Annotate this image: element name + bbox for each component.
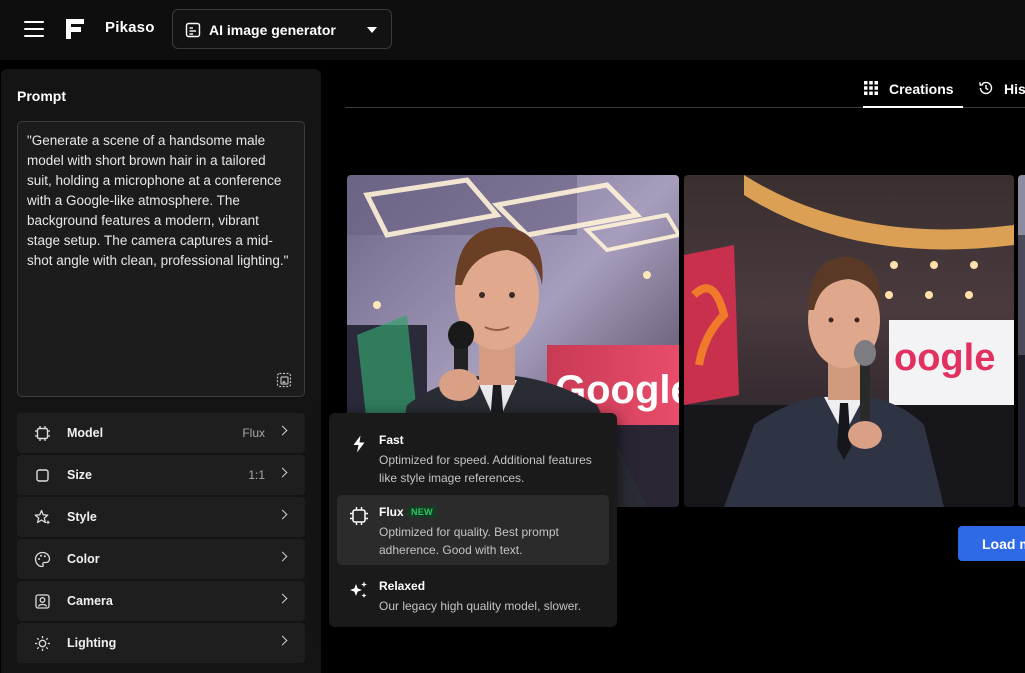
lighting-option-label: Lighting bbox=[67, 636, 117, 650]
model-option-flux-name: Flux bbox=[379, 505, 404, 519]
tab-history-label: Hist bbox=[1004, 81, 1025, 97]
sign-text-2: oogle bbox=[894, 337, 995, 379]
style-option[interactable]: Style bbox=[17, 497, 305, 537]
model-option-relaxed[interactable]: Relaxed Our legacy high quality model, s… bbox=[337, 569, 609, 619]
sparkle-star-icon bbox=[34, 509, 51, 525]
sun-icon bbox=[35, 636, 50, 651]
lightning-icon bbox=[353, 435, 365, 453]
camera-option-label: Camera bbox=[67, 594, 113, 608]
generated-image-3[interactable] bbox=[1018, 175, 1025, 507]
model-option-fast-name: Fast bbox=[379, 433, 404, 447]
chip-icon bbox=[350, 507, 368, 525]
size-option[interactable]: Size 1:1 bbox=[17, 455, 305, 495]
camera-option[interactable]: Camera bbox=[17, 581, 305, 621]
tab-history[interactable]: Hist bbox=[978, 78, 1025, 108]
generated-image-3-artwork bbox=[1018, 175, 1025, 507]
color-option-label: Color bbox=[67, 552, 100, 566]
model-option[interactable]: Model Flux bbox=[17, 413, 305, 453]
top-bar: Pikaso AI image generator bbox=[0, 0, 1025, 60]
brand-name[interactable]: Pikaso bbox=[105, 19, 155, 36]
chip-icon bbox=[35, 426, 50, 441]
lighting-option[interactable]: Lighting bbox=[17, 623, 305, 663]
square-icon bbox=[36, 469, 49, 482]
grid-icon bbox=[864, 81, 878, 95]
style-option-label: Style bbox=[67, 510, 97, 524]
prompt-textarea[interactable]: "Generate a scene of a handsome male mod… bbox=[17, 121, 305, 397]
settings-panel: Prompt "Generate a scene of a handsome m… bbox=[1, 69, 321, 673]
chevron-right-icon bbox=[277, 551, 288, 562]
tab-creations[interactable]: Creations bbox=[863, 78, 963, 108]
model-option-flux[interactable]: Flux NEW Optimized for quality. Best pro… bbox=[337, 495, 609, 565]
tool-selector-label: AI image generator bbox=[209, 22, 336, 38]
generated-image-2[interactable]: oogle bbox=[684, 175, 1014, 507]
prompt-text[interactable]: "Generate a scene of a handsome male mod… bbox=[27, 131, 289, 271]
sparkles-icon bbox=[350, 581, 367, 598]
chevron-right-icon bbox=[277, 593, 288, 604]
chevron-right-icon bbox=[277, 635, 288, 646]
pikaso-logo-icon[interactable] bbox=[64, 17, 88, 41]
size-option-label: Size bbox=[67, 468, 93, 482]
caret-down-icon bbox=[367, 27, 377, 33]
tool-selector-dropdown[interactable]: AI image generator bbox=[172, 9, 392, 49]
model-dropdown: Fast Optimized for speed. Additional fea… bbox=[329, 413, 617, 627]
tab-creations-label: Creations bbox=[889, 81, 954, 97]
load-more-label: Load m bbox=[982, 536, 1025, 552]
model-option-fast[interactable]: Fast Optimized for speed. Additional fea… bbox=[337, 423, 609, 491]
model-option-flux-description: Optimized for quality. Best prompt adher… bbox=[379, 525, 559, 557]
model-option-value: Flux bbox=[242, 426, 265, 440]
model-option-relaxed-description: Our legacy high quality model, slower. bbox=[379, 599, 582, 613]
model-option-relaxed-name: Relaxed bbox=[379, 579, 426, 593]
image-reference-icon[interactable] bbox=[276, 372, 292, 388]
model-option-fast-description: Optimized for speed. Additional features… bbox=[379, 453, 592, 485]
chevron-right-icon bbox=[277, 509, 288, 520]
palette-icon bbox=[34, 551, 51, 568]
hamburger-menu-icon[interactable] bbox=[22, 17, 48, 41]
chevron-right-icon bbox=[277, 425, 288, 436]
chevron-right-icon bbox=[277, 467, 288, 478]
prompt-title: Prompt bbox=[17, 88, 66, 104]
camera-icon bbox=[35, 594, 50, 609]
generated-image-2-artwork: oogle bbox=[684, 175, 1014, 507]
load-more-button[interactable]: Load m bbox=[958, 526, 1025, 561]
history-icon bbox=[979, 81, 993, 95]
new-badge: NEW bbox=[407, 506, 437, 518]
tool-icon bbox=[185, 22, 201, 38]
size-option-value: 1:1 bbox=[248, 468, 265, 482]
color-option[interactable]: Color bbox=[17, 539, 305, 579]
model-option-label: Model bbox=[67, 426, 104, 440]
